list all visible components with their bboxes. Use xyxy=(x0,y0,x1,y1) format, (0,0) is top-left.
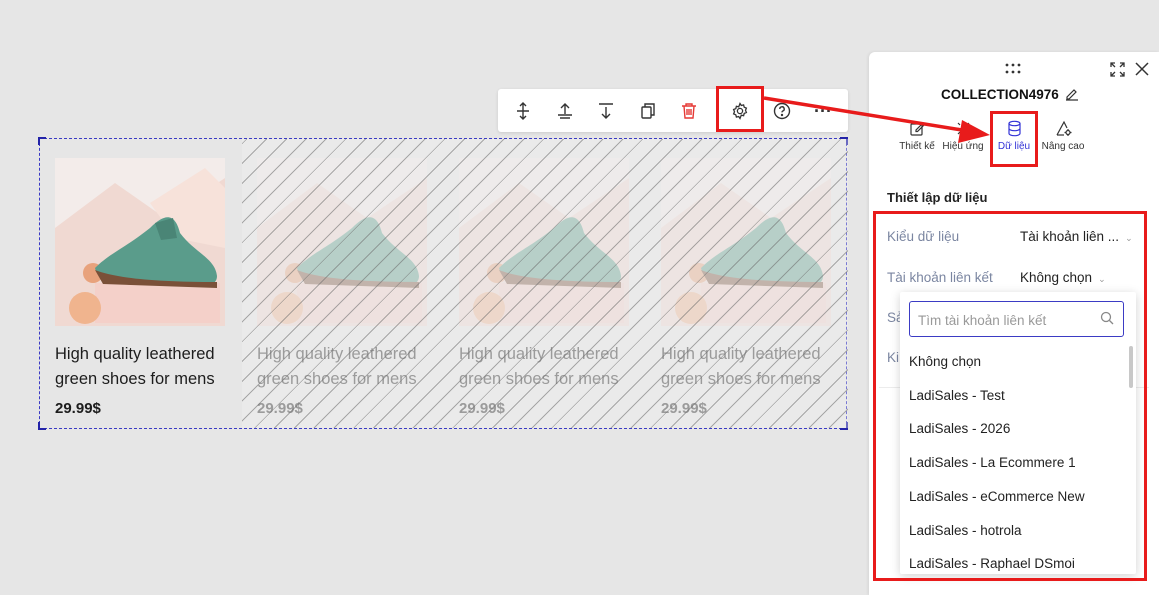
move-top-icon[interactable] xyxy=(551,97,579,125)
tab-data[interactable]: Dữ liệu xyxy=(988,120,1040,164)
data-type-label: Kiểu dữ liệu xyxy=(887,229,960,244)
section-title: Thiết lập dữ liệu xyxy=(887,190,988,205)
dropdown-option[interactable]: LadiSales - La Ecommere 1 xyxy=(909,455,1076,470)
linked-account-dropdown: Không chọn LadiSales - Test LadiSales - … xyxy=(900,292,1136,574)
tab-label: Hiệu ứng xyxy=(942,141,984,152)
dropdown-option[interactable]: LadiSales - Test xyxy=(909,388,1005,403)
product-title: High quality leathered green shoes for m… xyxy=(55,345,215,388)
account-search-field[interactable] xyxy=(909,301,1124,337)
product-card[interactable]: High quality leathered green shoes for m… xyxy=(444,139,646,428)
data-type-value: Tài khoản liên ... xyxy=(1020,229,1120,244)
linked-account-value: Không chọn xyxy=(1020,270,1093,285)
search-icon xyxy=(1100,311,1114,330)
dropdown-option[interactable]: LadiSales - hotrola xyxy=(909,523,1022,538)
data-type-select[interactable]: Tài khoản liên ... ⌄ xyxy=(1020,229,1133,244)
product-card[interactable]: High quality leathered green shoes for m… xyxy=(40,139,242,428)
drag-handle-icon[interactable] xyxy=(1004,62,1022,78)
product-title: High quality leathered green shoes for m… xyxy=(459,345,619,388)
move-bottom-icon[interactable] xyxy=(592,97,620,125)
product-image xyxy=(661,158,831,326)
dropdown-option[interactable]: LadiSales - eCommerce New xyxy=(909,489,1085,504)
help-icon[interactable] xyxy=(768,97,796,125)
element-toolbar: ··· xyxy=(498,89,848,132)
chevron-down-icon: ⌄ xyxy=(1098,274,1106,284)
tab-label: Nâng cao xyxy=(1041,141,1085,152)
edit-title-icon[interactable] xyxy=(1065,87,1079,106)
tab-label: Dữ liệu xyxy=(997,141,1031,152)
product-price: 29.99$ xyxy=(459,400,505,417)
dropdown-option[interactable]: LadiSales - 2026 xyxy=(909,421,1010,436)
product-image xyxy=(257,158,427,326)
chevron-down-icon: ⌄ xyxy=(1125,233,1133,243)
linked-account-select[interactable]: Không chọn ⌄ xyxy=(1020,270,1106,285)
duplicate-icon[interactable] xyxy=(634,97,662,125)
settings-icon[interactable] xyxy=(726,97,754,125)
close-icon[interactable] xyxy=(1135,62,1149,81)
panel-title: COLLECTION4976 xyxy=(941,87,1059,102)
more-icon[interactable]: ··· xyxy=(809,97,837,125)
product-title: High quality leathered green shoes for m… xyxy=(661,345,821,388)
tab-advanced[interactable]: Nâng cao xyxy=(1037,120,1089,164)
product-image xyxy=(55,158,225,326)
delete-icon[interactable] xyxy=(675,97,703,125)
product-image xyxy=(459,158,629,326)
tab-effects[interactable]: Hiệu ứng xyxy=(937,120,989,164)
dropdown-scrollbar[interactable] xyxy=(1129,346,1133,388)
product-card[interactable]: High quality leathered green shoes for m… xyxy=(242,139,444,428)
expand-icon[interactable] xyxy=(1110,62,1125,82)
product-price: 29.99$ xyxy=(55,400,101,417)
product-price: 29.99$ xyxy=(661,400,707,417)
dropdown-option[interactable]: Không chọn xyxy=(909,354,981,369)
product-card[interactable]: High quality leathered green shoes for m… xyxy=(646,139,848,428)
account-search-input[interactable] xyxy=(918,310,1093,330)
hidden-field-label: Ki xyxy=(887,350,900,365)
linked-account-label: Tài khoản liên kết xyxy=(887,270,993,285)
product-title: High quality leathered green shoes for m… xyxy=(257,345,417,388)
dropdown-option[interactable]: LadiSales - Raphael DSmoi xyxy=(909,556,1075,571)
product-price: 29.99$ xyxy=(257,400,303,417)
product-collection[interactable]: High quality leathered green shoes for m… xyxy=(38,137,848,430)
tab-design[interactable]: Thiết kế xyxy=(891,120,943,164)
tab-label: Thiết kế xyxy=(899,141,935,152)
move-up-down-icon[interactable] xyxy=(509,97,537,125)
